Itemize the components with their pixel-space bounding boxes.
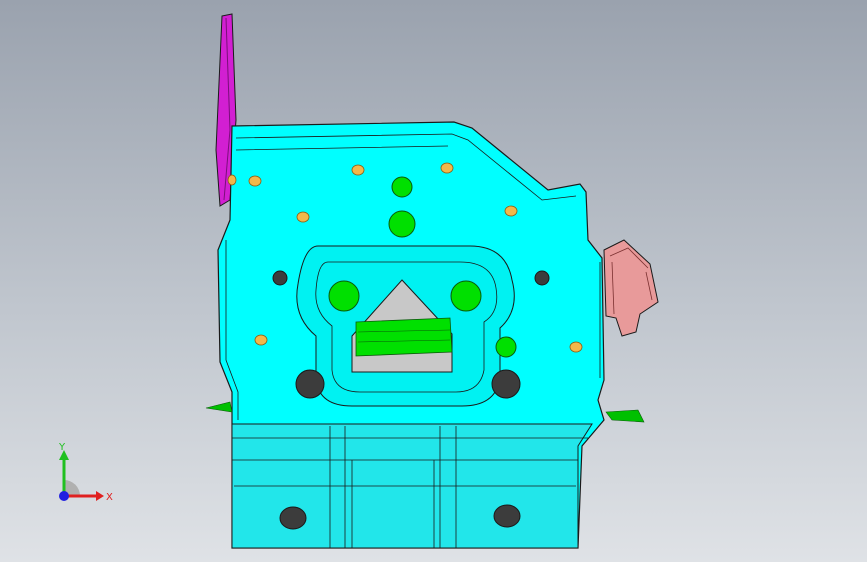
axis-triad: Y X bbox=[58, 442, 113, 503]
green-hole bbox=[450, 280, 482, 312]
fastener bbox=[504, 205, 518, 217]
fastener bbox=[440, 162, 454, 174]
hole bbox=[272, 270, 288, 286]
hole bbox=[493, 504, 521, 528]
hole bbox=[295, 369, 325, 399]
fastener bbox=[351, 164, 365, 176]
green-hole bbox=[328, 280, 360, 312]
green-tab-right bbox=[605, 409, 645, 423]
green-tab-left bbox=[205, 401, 233, 413]
hole bbox=[491, 369, 521, 399]
fastener bbox=[254, 334, 268, 346]
x-axis-arrow bbox=[96, 491, 104, 501]
green-hole bbox=[495, 336, 517, 358]
fastener bbox=[569, 341, 583, 353]
z-axis-dot bbox=[59, 491, 69, 501]
green-hole bbox=[388, 210, 416, 238]
right-bracket[interactable] bbox=[603, 239, 659, 337]
part-model[interactable] bbox=[0, 0, 867, 562]
hole bbox=[279, 506, 307, 530]
graphics-viewport[interactable]: Y X bbox=[0, 0, 867, 562]
fastener bbox=[248, 175, 262, 187]
x-axis-label: X bbox=[106, 492, 113, 503]
y-axis-label: Y bbox=[58, 442, 66, 453]
green-bend-feature[interactable] bbox=[355, 317, 453, 357]
fastener bbox=[296, 211, 310, 223]
fastener bbox=[227, 174, 237, 186]
green-hole bbox=[391, 176, 413, 198]
hole bbox=[534, 270, 550, 286]
